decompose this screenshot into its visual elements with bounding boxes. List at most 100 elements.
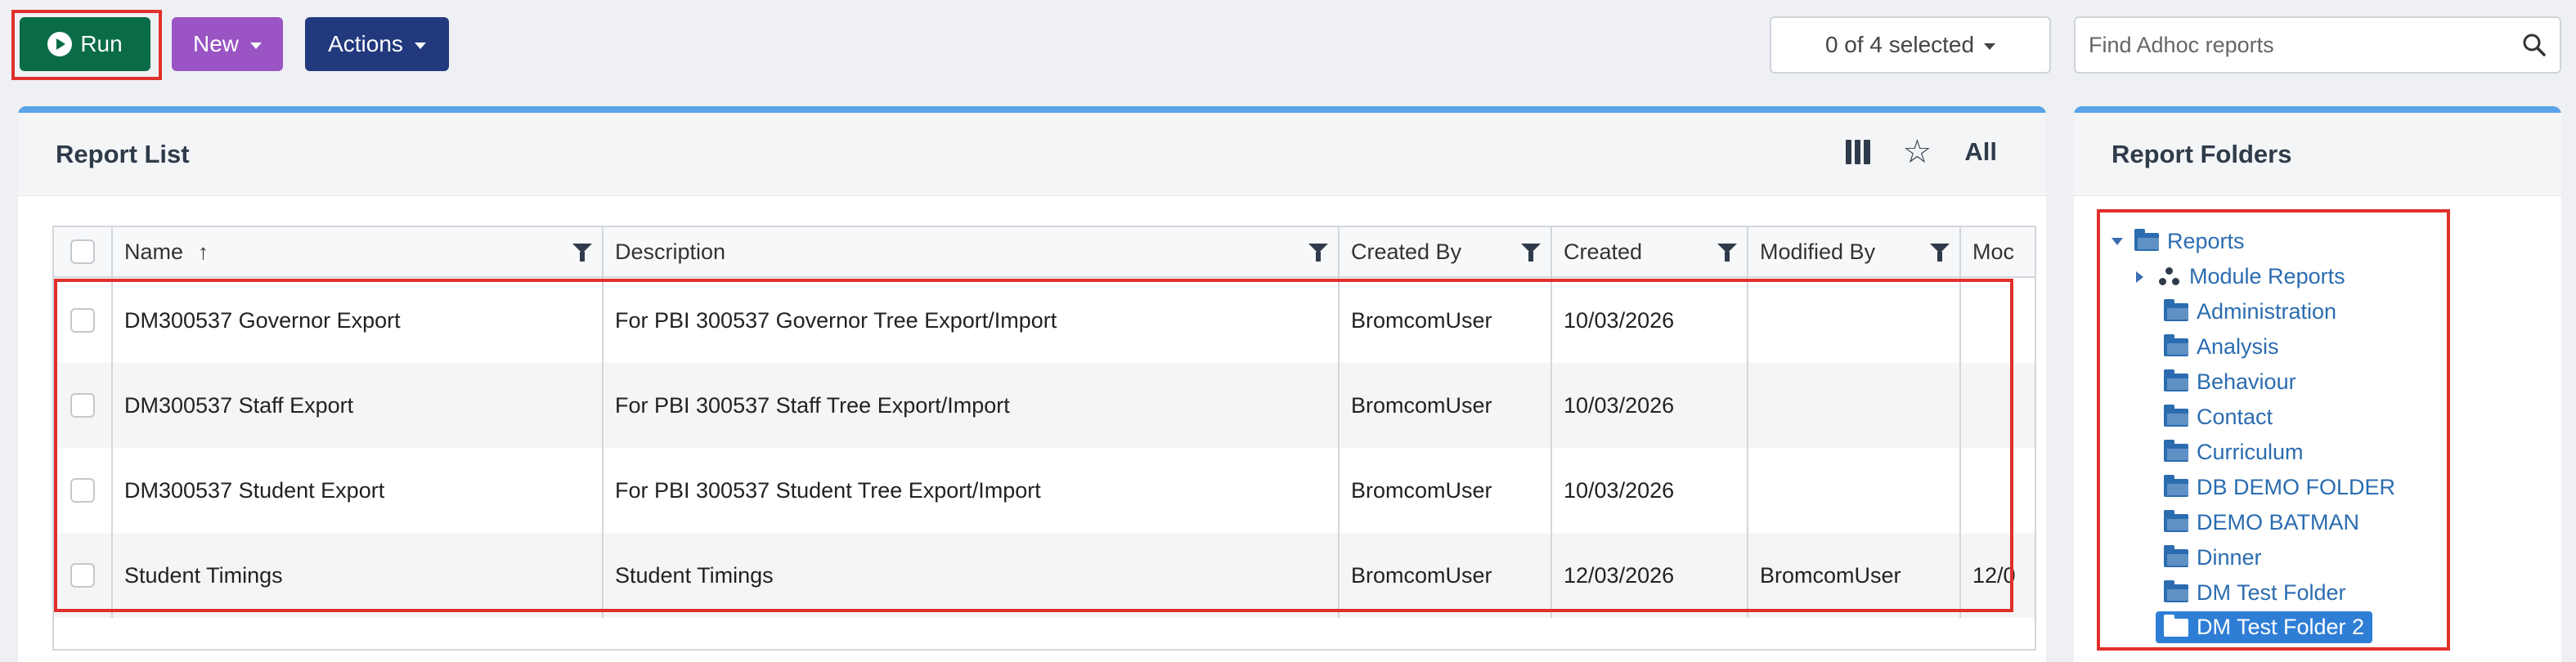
column-label: Moc (1972, 239, 2015, 264)
name-cell: DM300537 Student Export (113, 448, 604, 533)
tree-node-reports[interactable]: Reports (2112, 228, 2245, 254)
tree-node-label: Module Reports (2189, 264, 2345, 289)
row-checkbox[interactable] (70, 308, 95, 333)
select-all-checkbox[interactable] (70, 239, 95, 264)
table-row[interactable]: DM300537 Student Export For PBI 300537 S… (54, 448, 2035, 533)
filter-icon[interactable] (1930, 244, 1950, 262)
tree-node-folder[interactable]: Curriculum (2164, 439, 2304, 465)
tree-node-folder[interactable]: Contact (2164, 404, 2273, 430)
caret-down-icon (1984, 43, 1996, 50)
tree-node-label: Administration (2197, 299, 2337, 324)
all-filter[interactable]: All (1964, 137, 1997, 167)
row-select-cell (54, 278, 113, 363)
tree-node-label: Contact (2197, 405, 2273, 429)
table-row[interactable]: DM300537 Governor Export For PBI 300537 … (54, 278, 2035, 363)
select-all-cell (54, 227, 113, 276)
name-cell: Student Timings (113, 533, 604, 618)
expand-right-icon[interactable] (2136, 271, 2143, 283)
actions-button-label: Actions (328, 31, 403, 56)
sort-ascending-icon[interactable]: ↑ (198, 239, 209, 265)
filter-icon[interactable] (1717, 244, 1737, 262)
column-header-description[interactable]: Description (604, 227, 1340, 276)
folder-open-icon (2134, 228, 2159, 251)
tree-node-module-reports[interactable]: Module Reports (2136, 264, 2345, 289)
run-button[interactable]: Run (20, 17, 150, 71)
table-row[interactable]: Student Timings Student Timings BromcomU… (54, 533, 2035, 618)
folder-open-icon (2164, 579, 2188, 602)
tree-node-folder[interactable]: Administration (2164, 298, 2337, 324)
tree-node-label: DM Test Folder 2 (2197, 615, 2365, 639)
name-cell: DM300537 Governor Export (113, 278, 604, 363)
created-cell: 12/03/2026 (1552, 533, 1748, 618)
tree-node-label: DM Test Folder (2197, 580, 2346, 605)
panel-title: Report List (56, 139, 190, 168)
sitemap-icon (2158, 266, 2181, 287)
row-select-cell (54, 363, 113, 448)
created-by-cell: BromcomUser (1340, 363, 1552, 448)
folder-open-icon (2164, 333, 2188, 356)
tree-node-folder[interactable]: DEMO BATMAN (2164, 509, 2360, 535)
column-header-name[interactable]: Name ↑ (113, 227, 604, 276)
column-header-modified[interactable]: Moc (1961, 227, 2035, 276)
tree-node-label: Behaviour (2197, 369, 2296, 394)
panel-title: Report Folders (2112, 139, 2292, 168)
tree-node-label: Curriculum (2197, 440, 2304, 464)
header-tools: ☆ All (1845, 136, 1997, 168)
tree-node-folder[interactable]: DM Test Folder (2164, 579, 2346, 606)
expand-down-icon[interactable] (2112, 238, 2123, 245)
column-header-created-by[interactable]: Created By (1340, 227, 1552, 276)
row-checkbox[interactable] (70, 393, 95, 418)
caret-down-icon (414, 42, 426, 49)
row-checkbox[interactable] (70, 478, 95, 503)
caret-down-icon (250, 42, 262, 49)
new-button[interactable]: New (172, 17, 283, 71)
column-label: Created (1564, 239, 1643, 264)
created-by-cell: BromcomUser (1340, 278, 1552, 363)
search-input[interactable] (2089, 32, 2522, 58)
tree-node-label: DB DEMO FOLDER (2197, 475, 2396, 499)
column-label: Modified By (1760, 239, 1876, 264)
modified-cell (1961, 448, 2035, 533)
actions-button[interactable]: Actions (305, 17, 449, 71)
column-label: Description (615, 239, 726, 264)
row-checkbox[interactable] (70, 563, 95, 588)
description-cell: For PBI 300537 Governor Tree Export/Impo… (604, 278, 1340, 363)
folder-open-icon (2164, 439, 2188, 462)
created-by-cell: BromcomUser (1340, 448, 1552, 533)
name-cell: DM300537 Staff Export (113, 363, 604, 448)
selection-count: 0 of 4 selected (1824, 32, 1975, 57)
filter-icon[interactable] (1308, 244, 1328, 262)
selection-dropdown[interactable]: 0 of 4 selected (1770, 16, 2051, 74)
tree-node-label: Dinner (2197, 545, 2262, 570)
row-select-cell (54, 533, 113, 618)
table-row[interactable]: DM300537 Staff Export For PBI 300537 Sta… (54, 363, 2035, 448)
report-folders-header: Report Folders (2074, 113, 2561, 196)
modified-by-cell: BromcomUser (1748, 533, 1961, 618)
description-cell: Student Timings (604, 533, 1340, 618)
tree-node-folder[interactable]: Analysis (2164, 333, 2279, 360)
folder-open-icon (2164, 474, 2188, 497)
filter-icon[interactable] (572, 244, 592, 262)
filter-icon[interactable] (1521, 244, 1541, 262)
report-list-header: Report List ☆ All (18, 113, 2046, 196)
created-cell: 10/03/2026 (1552, 363, 1748, 448)
created-cell: 10/03/2026 (1552, 278, 1748, 363)
modified-by-cell (1748, 363, 1961, 448)
folder-open-icon (2164, 369, 2188, 391)
tree-node-folder[interactable]: Behaviour (2164, 369, 2296, 395)
columns-icon[interactable] (1845, 140, 1870, 164)
created-cell: 10/03/2026 (1552, 448, 1748, 533)
modified-cell (1961, 278, 2035, 363)
tree-node-label: DEMO BATMAN (2197, 510, 2360, 535)
tree-node-selected-folder[interactable]: DM Test Folder 2 (2156, 611, 2373, 643)
column-header-created[interactable]: Created (1552, 227, 1748, 276)
search-box[interactable] (2074, 16, 2561, 74)
tree-node-folder[interactable]: Dinner (2164, 544, 2262, 570)
description-cell: For PBI 300537 Student Tree Export/Impor… (604, 448, 1340, 533)
star-icon[interactable]: ☆ (1903, 136, 1932, 168)
column-label: Created By (1351, 239, 1462, 264)
search-icon[interactable] (2522, 33, 2547, 57)
column-header-modified-by[interactable]: Modified By (1748, 227, 1961, 276)
run-button-label: Run (80, 31, 123, 56)
tree-node-folder[interactable]: DB DEMO FOLDER (2164, 474, 2396, 500)
